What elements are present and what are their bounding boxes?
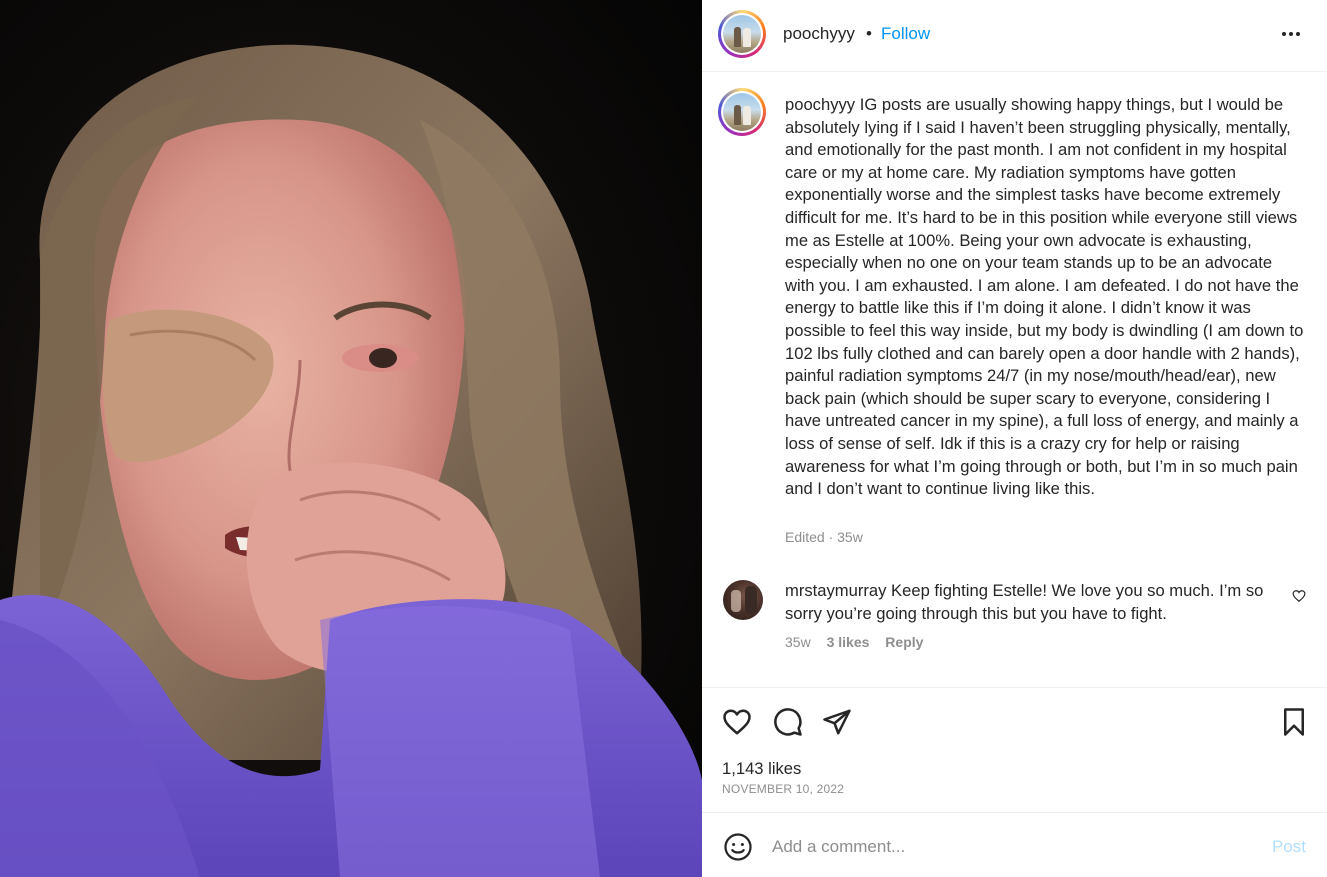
commenter-username[interactable]: mrstaymurray [785, 581, 886, 600]
caption-text: poochyyy IG posts are usually showing ha… [785, 94, 1305, 501]
follow-button[interactable]: Follow [881, 24, 930, 44]
bookmark-icon[interactable] [1279, 707, 1309, 737]
post-photo-graphic [0, 0, 702, 877]
caption-author-avatar[interactable] [718, 88, 766, 136]
action-bar [702, 687, 1327, 747]
caption-body: IG posts are usually showing happy thing… [785, 95, 1304, 499]
more-options-icon[interactable] [1279, 22, 1303, 46]
share-icon[interactable] [822, 707, 852, 737]
comment-item: mrstaymurray Keep fighting Estelle! We l… [702, 576, 1327, 666]
add-comment-bar: Post [702, 812, 1327, 877]
emoji-icon[interactable] [723, 832, 753, 862]
comment-input[interactable] [772, 833, 1252, 861]
comment-text: mrstaymurray Keep fighting Estelle! We l… [785, 580, 1285, 625]
comment-likes[interactable]: 3 likes [827, 634, 870, 650]
comment-heart-icon[interactable] [1292, 589, 1306, 603]
likes-count[interactable]: 1,143 likes [722, 759, 801, 779]
post-comment-button[interactable]: Post [1272, 837, 1306, 857]
commenter-avatar[interactable] [723, 580, 763, 620]
heart-icon[interactable] [722, 707, 752, 737]
caption-meta: Edited · 35w [785, 529, 863, 545]
post-date: NOVEMBER 10, 2022 [722, 782, 845, 796]
post-detail-panel: poochyyy • Follow poochyyy IG posts are … [702, 0, 1327, 877]
comment-meta: 35w 3 likes Reply [785, 634, 935, 650]
comment-icon[interactable] [773, 707, 803, 737]
reply-button[interactable]: Reply [885, 634, 923, 650]
separator-dot: • [866, 24, 872, 43]
author-avatar[interactable] [718, 10, 766, 58]
comment-time[interactable]: 35w [785, 634, 811, 650]
post-header: poochyyy • Follow [702, 0, 1327, 72]
author-username[interactable]: poochyyy [783, 24, 855, 44]
caption-username[interactable]: poochyyy [785, 95, 855, 114]
post-photo [0, 0, 702, 877]
